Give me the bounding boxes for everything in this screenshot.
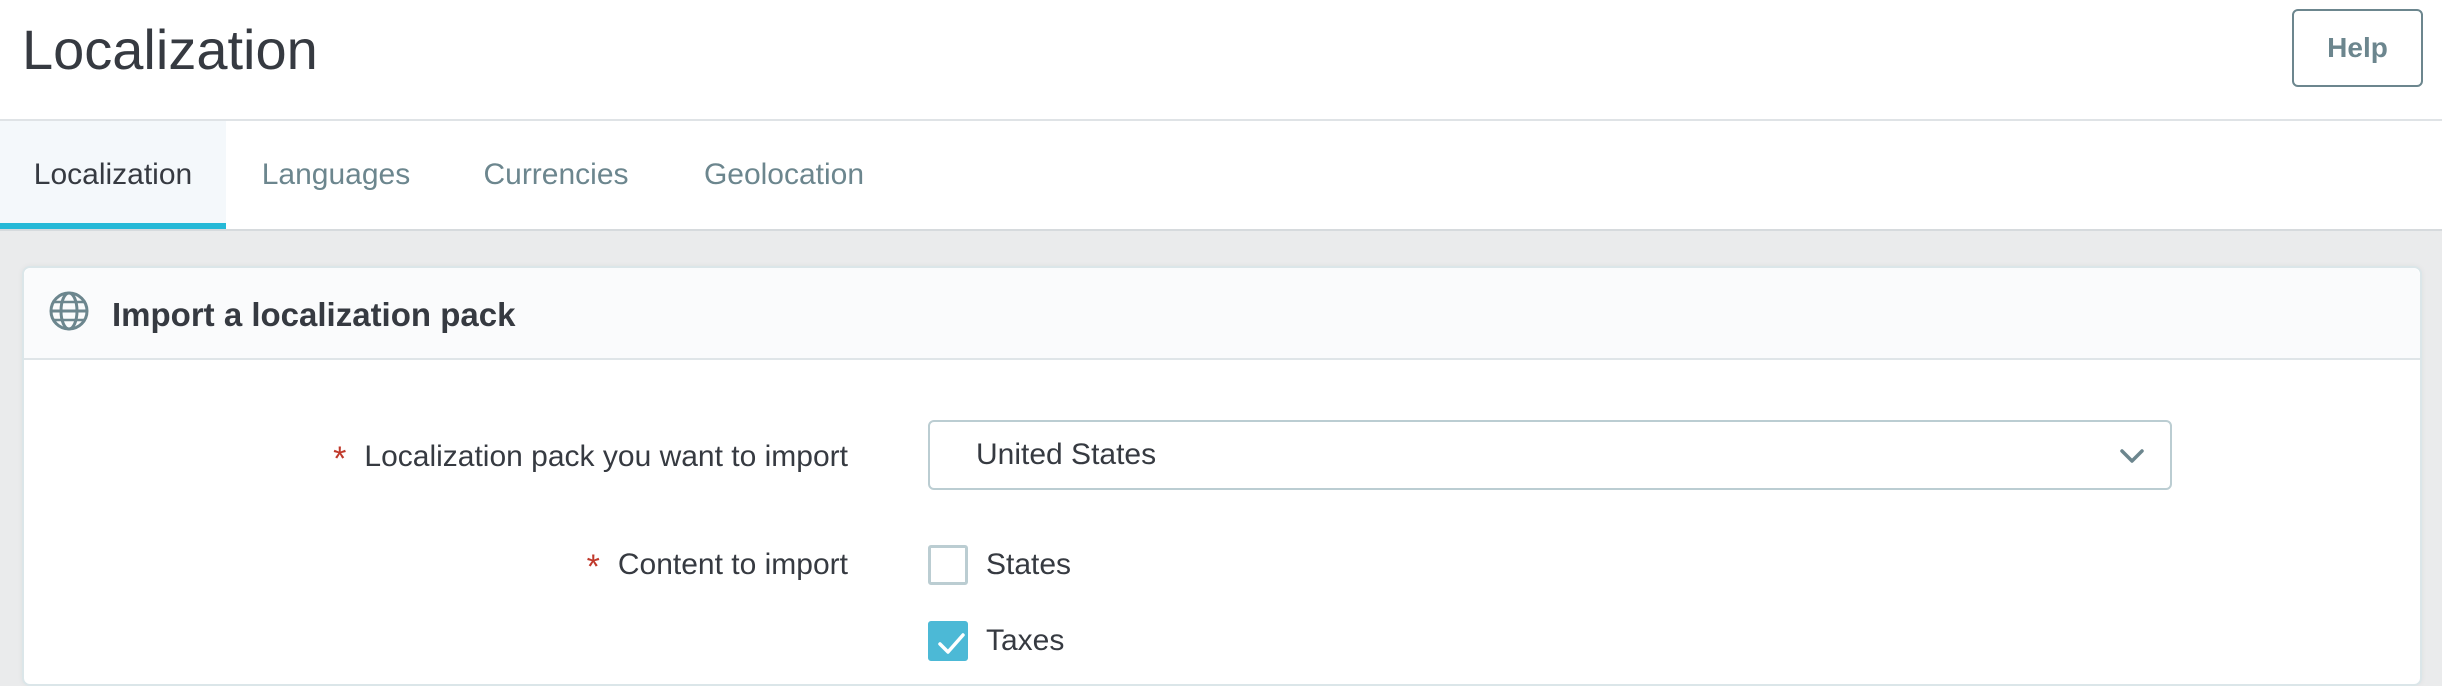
tab-geolocation[interactable]: Geolocation [666, 121, 902, 229]
content-label-row: * Content to import [24, 544, 848, 586]
pack-label-text: Localization pack you want to import [364, 440, 848, 473]
page-title: Localization [22, 18, 318, 81]
taxes-label[interactable]: Taxes [986, 624, 1064, 658]
select-value: United States [976, 438, 1157, 471]
tab-label: Localization [33, 158, 193, 191]
taxes-checkbox[interactable] [928, 621, 968, 661]
content-label: * Content to import [586, 544, 848, 586]
tab-label: Languages [261, 158, 411, 191]
pack-label-row: * Localization pack you want to import [24, 436, 848, 478]
content-label-text: Content to import [617, 548, 848, 581]
required-mark: * [333, 440, 347, 478]
states-label[interactable]: States [986, 548, 1071, 582]
page-header: Localization Help [0, 0, 2442, 121]
check-icon [938, 633, 965, 654]
globe-icon [49, 291, 89, 331]
tab-languages[interactable]: Languages [226, 121, 446, 229]
import-panel: Import a localization pack * Localization… [22, 266, 2422, 686]
help-button[interactable]: Help [2292, 9, 2423, 87]
checkbox-taxes-row[interactable]: Taxes [928, 620, 1064, 662]
tab-label: Geolocation [703, 158, 865, 191]
states-checkbox[interactable] [928, 545, 968, 585]
tab-currencies[interactable]: Currencies [446, 121, 666, 229]
tab-label: Currencies [483, 158, 629, 191]
panel-heading: Import a localization pack [24, 268, 2420, 360]
tab-localization[interactable]: Localization [0, 121, 226, 229]
required-mark: * [586, 548, 600, 586]
panel-title: Import a localization pack [112, 296, 516, 333]
pack-label: * Localization pack you want to import [333, 436, 848, 478]
localization-pack-select[interactable]: United States [928, 420, 2172, 490]
tab-bar: Localization Languages Currencies Geoloc… [0, 121, 2442, 231]
checkbox-states-row[interactable]: States [928, 544, 1071, 586]
chevron-down-icon [2120, 449, 2144, 463]
